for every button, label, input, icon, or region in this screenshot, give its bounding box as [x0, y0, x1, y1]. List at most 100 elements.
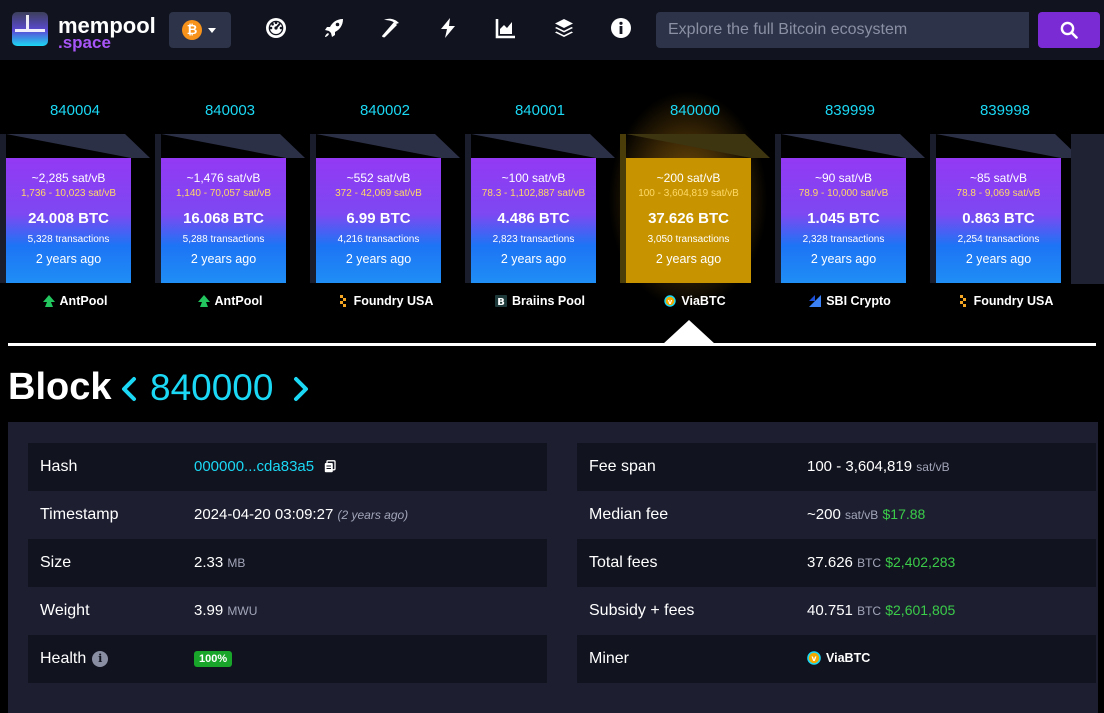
miner-value[interactable]: v ViaBTC — [807, 651, 870, 665]
block-face[interactable]: ~90 sat/vB 78.9 - 10,000 sat/vB 1.045 BTC 2… — [781, 158, 906, 283]
health-label: Health i — [40, 650, 109, 668]
mempool-logo[interactable]: mempool .space — [12, 10, 156, 52]
block-pool[interactable]: Foundry USA — [930, 294, 1080, 308]
block-pool[interactable]: AntPool — [0, 294, 150, 308]
block-card[interactable]: 840001 ~100 sat/vB 78.3 - 1,102,887 sat/vB… — [465, 60, 615, 320]
pool-name: AntPool — [214, 294, 263, 308]
block-card[interactable]: 840003 ~1,476 sat/vB 1,140 - 70,057 sat/vB… — [155, 60, 305, 320]
miner-name: ViaBTC — [826, 651, 871, 665]
next-block-stub — [1071, 134, 1104, 284]
hash-label: Hash — [40, 458, 78, 475]
pool-name: ViaBTC — [681, 294, 726, 308]
median-fee-value: ~200 sat/vB $17.88 — [807, 506, 925, 523]
block-height-link[interactable]: 840004 — [0, 102, 150, 119]
median-fee-unit: sat/vB — [844, 508, 879, 522]
navbar: mempool .space ₿ — [0, 0, 1104, 60]
block-pool[interactable]: B Braiins Pool — [465, 294, 615, 308]
block-height-link[interactable]: 840001 — [465, 102, 615, 119]
block-height-link[interactable]: 840003 — [155, 102, 305, 119]
network-selector[interactable]: ₿ — [169, 12, 231, 48]
health-badge[interactable]: 100% — [194, 651, 233, 667]
block-tx-count: 4,216 transactions — [337, 234, 420, 245]
block-face[interactable]: ~1,476 sat/vB 1,140 - 70,057 sat/vB 16.068… — [161, 158, 286, 283]
fee-span-value: 100 - 3,604,819 sat/vB — [807, 458, 950, 475]
block-median-fee: ~1,476 sat/vB — [186, 171, 261, 185]
table-row-subsidy: Subsidy + fees 40.751 BTC $2,601,805 — [577, 587, 1096, 635]
block-height-link[interactable]: 840000 — [620, 102, 770, 119]
block-total-btc: 16.068 BTC — [183, 210, 264, 227]
block-time-ago: 2 years ago — [345, 252, 412, 266]
svg-text:v: v — [811, 654, 817, 663]
block-card[interactable]: 840002 ~552 sat/vB 372 - 42,069 sat/vB 6.99… — [310, 60, 460, 320]
block-total-btc: 37.626 BTC — [648, 210, 729, 227]
chevron-down-icon — [208, 28, 216, 33]
block-face[interactable]: ~2,285 sat/vB 1,736 - 10,023 sat/vB 24.008… — [6, 158, 131, 283]
block-height-title: 840000 — [150, 367, 274, 408]
block-tx-count: 5,288 transactions — [182, 234, 265, 245]
block-pool[interactable]: SBI Crypto — [775, 294, 925, 308]
chart-icon[interactable] — [494, 16, 518, 40]
block-pool[interactable]: Foundry USA — [310, 294, 460, 308]
subsidy-number: 40.751 — [807, 602, 853, 619]
block-face[interactable]: ~85 sat/vB 78.8 - 9,069 sat/vB 0.863 BTC 2,… — [936, 158, 1061, 283]
block-height-link[interactable]: 840002 — [310, 102, 460, 119]
block-face[interactable]: ~552 sat/vB 372 - 42,069 sat/vB 6.99 BTC 4,… — [316, 158, 441, 283]
block-time-ago: 2 years ago — [500, 252, 567, 266]
pickaxe-icon[interactable] — [379, 16, 403, 40]
block-time-ago: 2 years ago — [190, 252, 257, 266]
timestamp-relative: (2 years ago) — [337, 508, 409, 522]
block-pool[interactable]: v ViaBTC — [620, 294, 770, 308]
lightning-icon[interactable] — [436, 16, 460, 40]
total-fees-label: Total fees — [589, 554, 658, 571]
block-tx-count: 2,254 transactions — [957, 234, 1040, 245]
block-median-fee: ~85 sat/vB — [969, 171, 1028, 185]
block-tx-count: 2,823 transactions — [492, 234, 575, 245]
miner-label: Miner — [589, 650, 630, 667]
chevron-left-icon[interactable] — [118, 376, 140, 402]
block-height-link[interactable]: 839998 — [930, 102, 1080, 119]
timestamp-date: 2024-04-20 03:09:27 — [194, 506, 334, 523]
block-pool[interactable]: AntPool — [155, 294, 305, 308]
layers-icon[interactable] — [552, 16, 576, 40]
details-table-left: Hash 000000...cda83a5 Timestamp 2024-04-… — [28, 443, 547, 683]
block-card[interactable]: 839999 ~90 sat/vB 78.9 - 10,000 sat/vB 1.04… — [775, 60, 925, 320]
subsidy-label: Subsidy + fees — [589, 602, 695, 619]
rocket-icon[interactable] — [322, 16, 346, 40]
table-row-fee-span: Fee span 100 - 3,604,819 sat/vB — [577, 443, 1096, 491]
block-fee-range: 1,140 - 70,057 sat/vB — [175, 188, 272, 199]
block-fee-range: 100 - 3,604,819 sat/vB — [638, 188, 739, 199]
dashboard-icon[interactable] — [264, 16, 288, 40]
block-card[interactable]: 840000 ~200 sat/vB 100 - 3,604,819 sat/vB 3… — [620, 60, 770, 320]
block-median-fee: ~200 sat/vB — [656, 171, 721, 185]
block-tx-count: 2,328 transactions — [802, 234, 885, 245]
block-height-link[interactable]: 839999 — [775, 102, 925, 119]
table-row-weight: Weight 3.99 MWU — [28, 587, 547, 635]
chevron-right-icon[interactable] — [290, 376, 312, 402]
hash-value: 000000...cda83a5 — [194, 458, 336, 475]
table-row-median-fee: Median fee ~200 sat/vB $17.88 — [577, 491, 1096, 539]
viabtc-icon: v — [807, 651, 821, 665]
pool-name: AntPool — [59, 294, 108, 308]
hash-link[interactable]: 000000...cda83a5 — [194, 458, 314, 475]
info-icon[interactable] — [609, 16, 633, 40]
block-fee-range: 1,736 - 10,023 sat/vB — [20, 188, 117, 199]
brand-domain: .space — [58, 33, 111, 52]
block-total-btc: 6.99 BTC — [346, 210, 411, 227]
copy-icon[interactable] — [324, 460, 336, 473]
block-face[interactable]: ~100 sat/vB 78.3 - 1,102,887 sat/vB 4.486 … — [471, 158, 596, 283]
subsidy-usd: $2,601,805 — [885, 602, 956, 618]
block-card[interactable]: 839998 ~85 sat/vB 78.8 - 9,069 sat/vB 0.863… — [930, 60, 1080, 320]
blockchain-strip: 840004 ~2,285 sat/vB 1,736 - 10,023 sat/vB… — [0, 60, 1104, 340]
block-time-ago: 2 years ago — [965, 252, 1032, 266]
block-face[interactable]: ~200 sat/vB 100 - 3,604,819 sat/vB 37.626 … — [626, 158, 751, 283]
block-card[interactable]: 840004 ~2,285 sat/vB 1,736 - 10,023 sat/vB… — [0, 60, 150, 320]
info-icon[interactable]: i — [92, 651, 109, 667]
search-button[interactable] — [1038, 12, 1100, 48]
foundry-icon — [959, 295, 966, 307]
block-median-fee: ~2,285 sat/vB — [31, 171, 106, 185]
search-input[interactable] — [656, 12, 1029, 48]
fee-span-label: Fee span — [589, 458, 656, 475]
selected-block-pointer — [663, 320, 715, 344]
size-label: Size — [40, 554, 72, 571]
median-fee-number: ~200 — [807, 506, 841, 523]
